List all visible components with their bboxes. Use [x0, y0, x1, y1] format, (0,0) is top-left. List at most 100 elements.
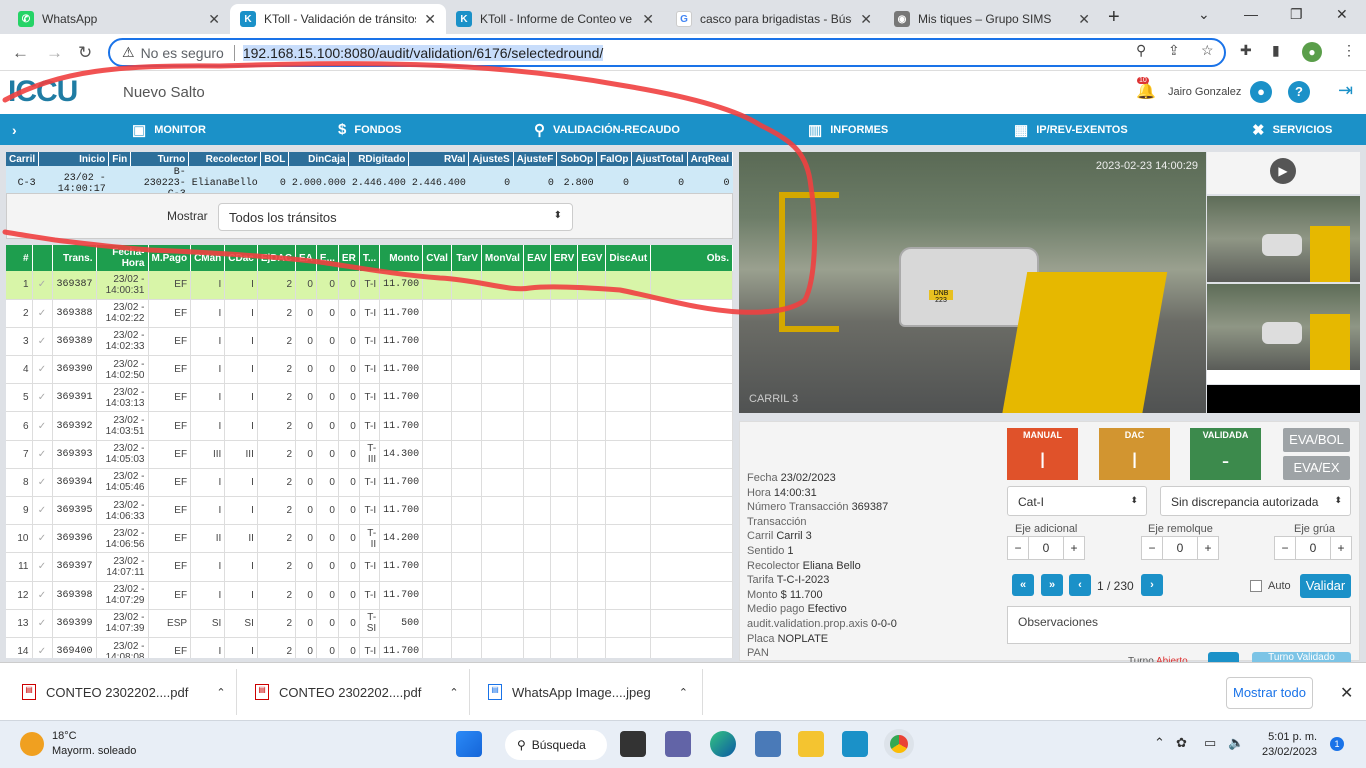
reload-icon[interactable]: ↻ [78, 43, 92, 63]
table-row[interactable]: 11 ✓ 369397 23/02 - 14:07:11 EF I I 2 0 0 0 T-I 11.7… [6, 552, 733, 582]
close-window-button[interactable]: ✕ [1336, 6, 1348, 23]
notification-badge[interactable]: 1 [1330, 737, 1344, 751]
close-icon[interactable]: ✕ [860, 11, 872, 28]
windows-start-icon[interactable] [456, 731, 482, 757]
new-tab-button[interactable]: + [1108, 6, 1120, 29]
filter-select[interactable]: Todos los tránsitos ⬍ [218, 203, 573, 231]
close-icon[interactable]: ✕ [208, 11, 220, 28]
chevron-up-icon[interactable]: ⌃ [679, 686, 688, 699]
zoom-icon[interactable]: ⚲ [1136, 42, 1146, 59]
close-icon[interactable]: ✕ [424, 11, 436, 28]
table-row[interactable]: 9 ✓ 369395 23/02 - 14:06:33 EF I I 2 0 0 0 T-I 11.70… [6, 496, 733, 526]
chevron-up-icon[interactable]: ⌃ [449, 686, 458, 699]
system-clock[interactable]: 5:01 p. m. 23/02/2023 [1262, 730, 1317, 760]
table-row[interactable]: 13 ✓ 369399 23/02 - 14:07:39 ESP SI SI 2 0 0 0 T-SI… [6, 609, 733, 638]
download-item-1[interactable]: ▤ CONTEO 2302202....pdf ⌃ [22, 684, 226, 700]
observaciones-field[interactable]: Observaciones [1007, 606, 1351, 644]
chrome-icon[interactable] [884, 729, 914, 759]
grid-col-header[interactable]: MonVal [481, 245, 524, 271]
fast-forward-button[interactable]: » [1041, 574, 1063, 596]
grid-col-header[interactable]: ER [338, 245, 360, 271]
plus-button[interactable]: + [1064, 537, 1084, 559]
chevron-up-icon[interactable]: ⌃ [1154, 735, 1165, 751]
file-explorer-icon[interactable] [798, 731, 824, 757]
table-row[interactable]: 7 ✓ 369393 23/02 - 14:05:03 EF III III 2 0 0 0 T-II… [6, 440, 733, 469]
grid-col-header[interactable]: E... [316, 245, 339, 271]
close-icon[interactable]: ✕ [1078, 11, 1090, 28]
tab-mis-tiques[interactable]: ◉ Mis tiques – Grupo SIMS ✕ [884, 4, 1100, 34]
tab-ktoll-informe[interactable]: K KToll - Informe de Conteo ve ✕ [446, 4, 664, 34]
teams-icon[interactable] [665, 731, 691, 757]
address-bar[interactable]: ⚠ No es seguro 192.168.15.100:8080/audit… [108, 38, 1226, 67]
security-label[interactable]: No es seguro [141, 45, 224, 61]
refresh-button[interactable] [1208, 652, 1239, 662]
bell-icon[interactable]: 🔔 [1136, 81, 1156, 101]
menu-item-exentos[interactable]: ▦ IP/REV-EXENTOS [1014, 114, 1128, 145]
edge-icon[interactable] [710, 731, 736, 757]
tab-google-search[interactable]: G casco para brigadistas - Búsq ✕ [666, 4, 882, 34]
discrepancy-select[interactable]: Sin discrepancia autorizada ⬍ [1160, 486, 1351, 516]
grid-col-header[interactable]: T... [359, 245, 381, 271]
minus-button[interactable]: − [1142, 537, 1162, 559]
menu-item-monitor[interactable]: ▣ MONITOR [132, 114, 206, 145]
url-text[interactable]: 192.168.15.100:8080/audit/validation/617… [242, 44, 604, 61]
grid-col-header[interactable]: ERV [550, 245, 579, 271]
taskbar-search[interactable]: ⚲ Búsqueda [505, 730, 607, 760]
grid-col-header[interactable]: TarV [451, 245, 482, 271]
table-row[interactable]: 10 ✓ 369396 23/02 - 14:06:56 EF II II 2 0 0 0 T-II 1… [6, 524, 733, 554]
auto-checkbox[interactable] [1250, 580, 1262, 592]
monitor-tray-icon[interactable]: ▭ [1204, 735, 1216, 751]
menu-item-informes[interactable]: ▥ INFORMES [808, 114, 888, 145]
help-icon[interactable]: ? [1288, 81, 1310, 103]
validar-button[interactable]: Validar [1300, 574, 1351, 598]
grid-col-header[interactable]: EAV [523, 245, 551, 271]
grid-col-header[interactable]: CMan [190, 245, 226, 271]
warning-icon[interactable]: ⚠ [122, 44, 135, 61]
download-item-2[interactable]: ▤ CONTEO 2302202....pdf ⌃ [255, 684, 459, 700]
close-icon[interactable]: ✕ [642, 11, 654, 28]
minus-button[interactable]: − [1275, 537, 1295, 559]
next-page-button[interactable]: › [1141, 574, 1163, 596]
camera-thumbnail-2[interactable] [1207, 284, 1360, 370]
profile-avatar[interactable]: ● [1302, 42, 1322, 62]
user-name[interactable]: Jairo Gonzalez [1168, 86, 1241, 98]
transit-grid-container[interactable]: # Trans. Fecha-Hora M.Pago CMan CDac EjDAC EA E.… [6, 245, 733, 658]
grid-col-header[interactable]: EGV [577, 245, 607, 271]
show-all-downloads-button[interactable]: Mostrar todo [1226, 677, 1313, 709]
table-row[interactable]: 1 ✓ 369387 23/02 - 14:00:31 EF I I 2 0 0 0 T-I 11.70… [6, 271, 733, 300]
grid-col-header[interactable]: Trans. [52, 245, 97, 271]
grid-col-header[interactable]: # [6, 245, 33, 271]
menu-item-servicios[interactable]: ✖ SERVICIOS [1252, 114, 1332, 145]
stepper-value[interactable]: 0 [1028, 537, 1064, 559]
tab-ktoll-validacion[interactable]: K KToll - Validación de tránsitos ✕ [230, 4, 446, 34]
menu-toggle-icon[interactable]: › [12, 114, 17, 145]
table-row[interactable]: 6 ✓ 369392 23/02 - 14:03:51 EF I I 2 0 0 0 T-I 11.70… [6, 411, 733, 441]
maximize-button[interactable]: ❐ [1290, 6, 1303, 23]
eva-bol-button[interactable]: EVA/BOL [1283, 428, 1350, 452]
table-row[interactable]: 8 ✓ 369394 23/02 - 14:05:46 EF I I 2 0 0 0 T-I 11.70… [6, 468, 733, 498]
play-icon[interactable]: ▶ [1270, 158, 1296, 184]
table-row[interactable]: 2 ✓ 369388 23/02 - 14:02:22 EF I I 2 0 0 0 T-I 11.70… [6, 299, 733, 328]
user-icon[interactable]: ● [1250, 81, 1272, 103]
eje-grua-stepper[interactable]: −0 + [1274, 536, 1352, 560]
weather-widget[interactable]: 18°C Mayorm. soleado [20, 729, 136, 759]
chevron-up-icon[interactable]: ⌃ [216, 686, 225, 699]
eje-adicional-stepper[interactable]: −0 + [1007, 536, 1085, 560]
camera-thumbnail-1[interactable] [1207, 196, 1360, 282]
table-row[interactable]: 4 ✓ 369390 23/02 - 14:02:50 EF I I 2 0 0 0 T-I 11.70… [6, 355, 733, 385]
camera-thumbnail-3[interactable] [1207, 385, 1360, 413]
vc-app-icon[interactable] [842, 731, 868, 757]
tab-whatsapp[interactable]: ✆ WhatsApp ✕ [8, 4, 230, 34]
plus-button[interactable]: + [1198, 537, 1218, 559]
grid-col-header[interactable]: Monto [379, 245, 424, 271]
table-row[interactable]: 14 ✓ 369400 23/02 - 14:08:08 EF I I 2 0 0 0 T-I 11.7… [6, 637, 733, 658]
network-app-icon[interactable] [755, 731, 781, 757]
grid-col-header[interactable]: DiscAut [605, 245, 652, 271]
task-view-icon[interactable] [620, 731, 646, 757]
minus-button[interactable]: − [1008, 537, 1028, 559]
grid-col-header[interactable]: CVal [422, 245, 452, 271]
volume-icon[interactable]: 🔈 [1228, 735, 1244, 751]
menu-item-validacion[interactable]: ⚲ VALIDACIÓN-RECAUDO [534, 114, 680, 145]
stepper-value[interactable]: 0 [1295, 537, 1331, 559]
camera-main-image[interactable]: DNB 223 2023-02-23 14:00:29 CARRIL 3 [739, 152, 1206, 413]
